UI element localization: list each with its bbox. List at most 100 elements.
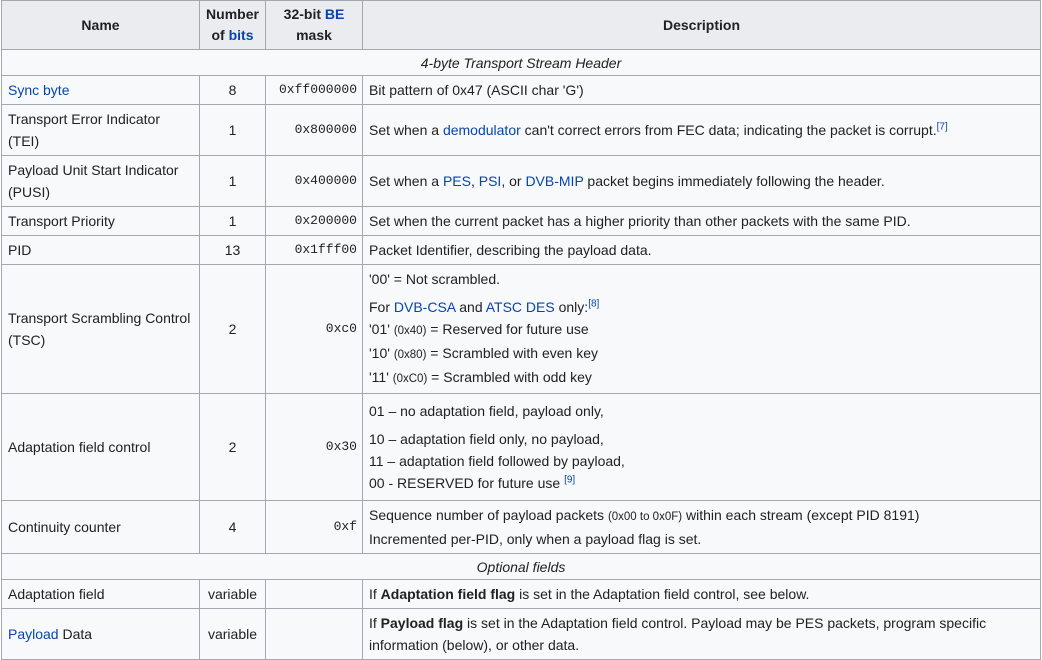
field-name: Transport Priority [1,206,200,236]
field-bits: 4 [199,500,266,554]
text: '01' [369,321,394,337]
text: 32-bit [283,6,325,22]
text: only: [554,299,589,315]
header-name: Name [1,0,200,50]
description-line: 00 - RESERVED for future use [9] [369,472,1034,494]
citation-link[interactable]: [9] [564,474,575,485]
text: Set when a [369,173,443,189]
text: , or [501,173,526,189]
wiki-link[interactable]: PES [443,173,471,189]
wiki-link[interactable]: bits [229,27,254,43]
field-name: Payload Unit Start Indicator (PUSI) [1,155,200,207]
text: (0x80) [393,349,427,361]
description-line: '11' (0xC0) = Scrambled with odd key [369,366,1034,390]
text: 00 - RESERVED for future use [369,475,565,491]
text: Number [206,6,259,22]
text: For [369,299,394,315]
field-bits: 13 [199,235,266,265]
description-line: 10 – adaptation field only, no payload, [369,428,1034,450]
wiki-link[interactable]: PSI [479,173,502,189]
field-name: Transport Error Indicator (TEI) [1,104,200,156]
text: of [211,27,229,43]
citation: [9] [564,474,575,485]
text: PID [8,242,32,258]
description-line: '00' = Not scrambled. [369,268,1034,290]
description-line: Incremented per-PID, only when a payload… [369,528,1034,550]
text: Adaptation field [8,586,105,602]
text: 11 – adaptation field followed by payloa… [369,453,625,469]
citation-link[interactable]: [7] [937,121,948,132]
table-row: Continuity counter 4 0xf Sequence number of… [1,500,1041,554]
section-title: Optional fields [1,553,1041,580]
header-bits: Number of bits [199,0,266,50]
text: (0x00 to 0x0F) [607,511,683,523]
wiki-link[interactable]: demodulator [443,122,521,138]
wiki-link[interactable]: DVB-MIP [525,173,583,189]
description-line: If Payload flag is set in the Adaptation… [369,612,1034,656]
header-mask: 32-bit BE mask [265,0,363,50]
text: Continuity counter [8,519,121,535]
field-bits: variable [199,579,266,609]
field-description: Bit pattern of 0x47 (ASCII char 'G') [362,75,1041,105]
field-bits: 1 [199,155,266,207]
text: '10' [369,345,394,361]
description-line: If Adaptation field flag is set in the A… [369,583,1034,605]
text: Payload Unit Start Indicator (PUSI) [8,162,179,200]
wiki-link[interactable]: ATSC DES [486,299,555,315]
text: Transport Error Indicator (TEI) [8,111,160,149]
field-bits: variable [199,608,266,660]
description-line: Set when a PES, PSI, or DVB-MIP packet b… [369,170,1034,192]
field-name: Transport Scrambling Control (TSC) [1,264,200,394]
text: If [369,586,381,602]
text: 10 – adaptation field only, no payload, [369,431,604,447]
text: can't correct errors from FEC data; indi… [520,122,937,138]
text: , [470,173,479,189]
bold-text: Payload flag [380,615,464,631]
field-description: '00' = Not scrambled. For DVB-CSA and ATS… [362,264,1041,394]
table-row: Adaptation field control 2 0x30 01 – no ada… [1,393,1041,501]
field-description: Set when a PES, PSI, or DVB-MIP packet b… [362,155,1041,207]
field-mask: 0x1fff00 [265,235,363,265]
field-description: Set when the current packet has a higher… [362,206,1041,236]
citation-link[interactable]: [8] [588,298,599,309]
transport-stream-header-table: Name Number of bits 32-bit BE mask Descrip… [1,0,1041,660]
table-row: Payload Data variable If Payload flag is s… [1,608,1041,660]
text: Packet Identifier, describing the payloa… [369,242,652,258]
text: Set when the current packet has a higher… [369,213,911,229]
wiki-link[interactable]: Sync byte [8,82,69,98]
field-description: Packet Identifier, describing the payloa… [362,235,1041,265]
text: Set when a [369,122,443,138]
text: 01 – no adaptation field, payload only, [369,403,604,419]
field-name: Sync byte [1,75,200,105]
wiki-link[interactable]: DVB-CSA [394,299,455,315]
field-mask: 0xc0 [265,264,363,394]
description-line: Sequence number of payload packets (0x00… [369,504,1034,528]
text: packet begins immediately following the … [583,173,885,189]
description-line: 01 – no adaptation field, payload only, [369,400,1034,422]
field-name: Payload Data [1,608,200,660]
text: Sequence number of payload packets [369,507,608,523]
field-name: Adaptation field control [1,393,200,501]
description-line: Set when a demodulator can't correct err… [369,119,1034,141]
table-row: Transport Scrambling Control (TSC) 2 0xc0 '… [1,264,1041,394]
section-title: 4-byte Transport Stream Header [1,49,1041,76]
field-description: Sequence number of payload packets (0x00… [362,500,1041,554]
text: and [455,299,486,315]
text: mask [296,27,332,43]
table-row: Adaptation field variable If Adaptation fi… [1,579,1041,609]
field-description: Set when a demodulator can't correct err… [362,104,1041,156]
text: Transport Scrambling Control (TSC) [8,310,191,348]
field-bits: 2 [199,264,266,394]
field-mask: 0xff000000 [265,75,363,105]
field-name: Continuity counter [1,500,200,554]
wiki-link[interactable]: BE [325,6,344,22]
section-row: Optional fields [1,553,1041,580]
text: (0xC0) [392,373,428,385]
text: If [369,615,381,631]
text: = Reserved for future use [426,321,589,337]
field-mask [265,608,363,660]
text: is set in the Adaptation field control, … [515,586,810,602]
field-bits: 1 [199,206,266,236]
text: '00' = Not scrambled. [369,271,501,287]
description-line: Set when the current packet has a higher… [369,210,1034,232]
